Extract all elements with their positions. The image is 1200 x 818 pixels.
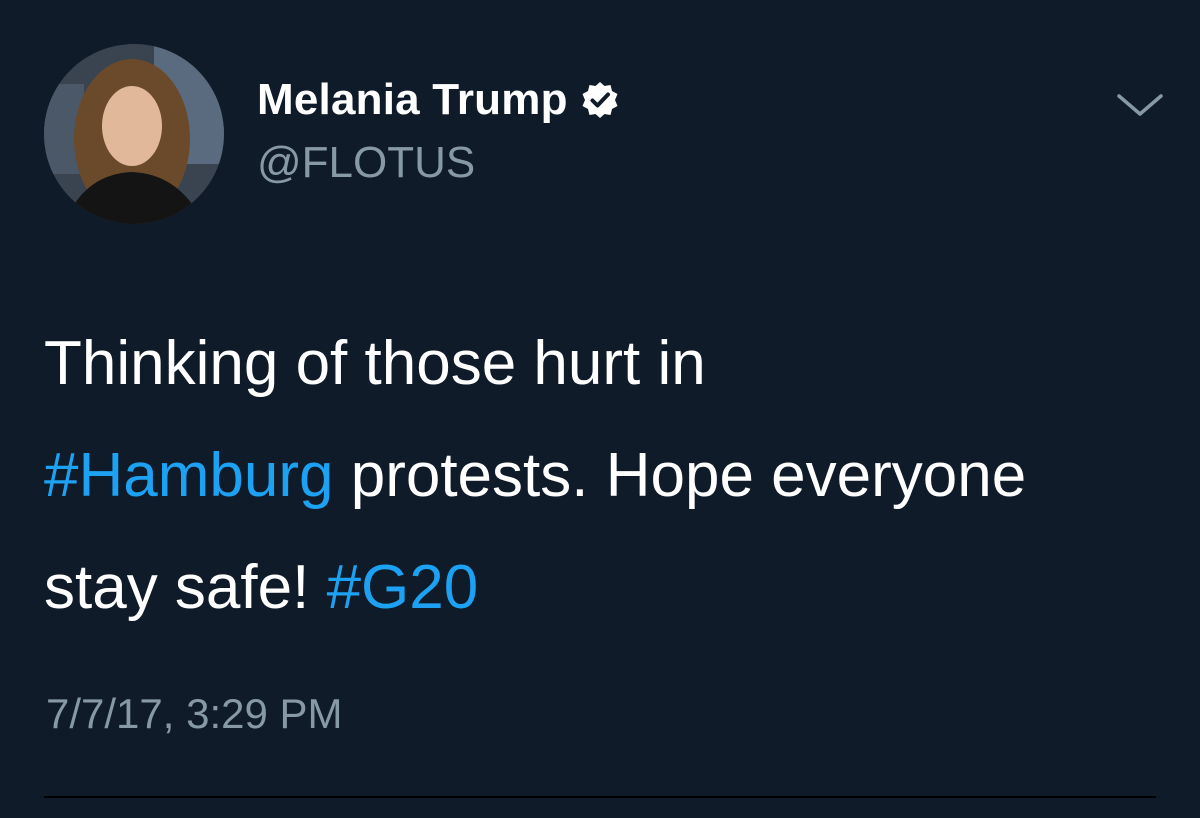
chevron-down-icon[interactable] (1115, 90, 1165, 120)
divider (44, 796, 1156, 798)
hashtag-link[interactable]: #G20 (327, 553, 479, 622)
user-handle[interactable]: @FLOTUS (257, 135, 475, 191)
avatar-photo (44, 44, 224, 224)
tweet-text-part: Thinking of those hurt in (44, 329, 706, 398)
timestamp[interactable]: 7/7/17, 3:29 PM (46, 686, 343, 742)
avatar[interactable] (44, 44, 224, 224)
tweet-card: Melania Trump @FLOTUS Thinking of those … (0, 0, 1200, 818)
hashtag-link[interactable]: #Hamburg (44, 441, 333, 510)
verified-badge-icon (582, 82, 618, 118)
display-name[interactable]: Melania Trump (257, 70, 568, 130)
tweet-text: Thinking of those hurt in #Hamburg prote… (44, 308, 1144, 644)
name-row: Melania Trump (257, 70, 620, 130)
